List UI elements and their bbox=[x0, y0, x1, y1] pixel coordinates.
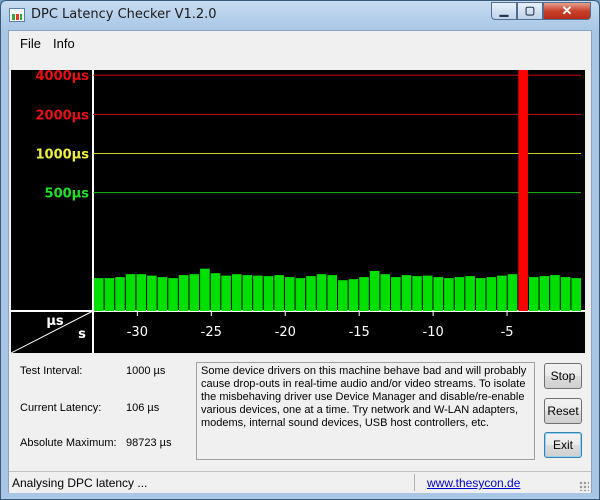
maximize-button[interactable]: ▢ bbox=[517, 2, 543, 20]
y-tick-label: 4000µs bbox=[36, 70, 90, 84]
latency-bar bbox=[316, 274, 327, 311]
status-bar: Analysing DPC latency ... www.thesycon.d… bbox=[9, 471, 591, 493]
latency-bar bbox=[550, 275, 560, 311]
latency-bar bbox=[125, 274, 136, 311]
latency-bar bbox=[422, 275, 433, 311]
latency-bar bbox=[507, 274, 518, 311]
minimize-button[interactable]: ▁ bbox=[491, 2, 517, 20]
x-tick-label: -10 bbox=[423, 325, 444, 340]
latency-bar bbox=[210, 273, 221, 311]
current-latency-label: Current Latency: bbox=[20, 402, 102, 414]
latency-bar bbox=[221, 275, 231, 311]
menu-bar: File Info bbox=[9, 31, 591, 55]
menu-file[interactable]: File bbox=[20, 36, 41, 51]
latency-bar bbox=[454, 277, 465, 311]
latency-bar bbox=[528, 277, 539, 311]
latency-bar bbox=[178, 275, 189, 311]
latency-bar bbox=[338, 280, 348, 311]
resize-grip-icon[interactable] bbox=[579, 481, 589, 491]
latency-bar bbox=[560, 277, 571, 311]
latency-chart-svg: 16000µs8000µs4000µs2000µs1000µs500µs-30-… bbox=[11, 70, 585, 353]
x-tick-label: -30 bbox=[127, 325, 148, 340]
latency-bar bbox=[433, 277, 444, 311]
latency-bar bbox=[136, 274, 147, 311]
reset-button[interactable]: Reset bbox=[544, 398, 582, 424]
latency-chart: 16000µs8000µs4000µs2000µs1000µs500µs-30-… bbox=[11, 70, 585, 353]
y-tick-label: 2000µs bbox=[36, 108, 90, 123]
latency-bar bbox=[497, 275, 507, 311]
latency-bar bbox=[274, 275, 284, 311]
latency-bar bbox=[348, 279, 359, 311]
x-tick-label: -20 bbox=[275, 325, 296, 340]
window-title: DPC Latency Checker V1.2.0 bbox=[31, 7, 217, 22]
client-area: File Info 16000µs8000µs4000µs2000µs1000µ… bbox=[8, 30, 592, 493]
latency-bar bbox=[401, 275, 412, 311]
latency-bar bbox=[168, 278, 178, 311]
latency-bar bbox=[200, 268, 210, 311]
latency-bar bbox=[306, 276, 316, 311]
latency-bar bbox=[157, 277, 168, 311]
app-window: DPC Latency Checker V1.2.0 ▁ ▢ ✕ File In… bbox=[0, 0, 600, 500]
menu-info[interactable]: Info bbox=[53, 36, 75, 51]
absolute-maximum-value: 98723 µs bbox=[126, 437, 172, 449]
latency-bar bbox=[412, 276, 422, 311]
test-interval-label: Test Interval: bbox=[20, 365, 83, 377]
close-button[interactable]: ✕ bbox=[543, 2, 591, 20]
latency-bar bbox=[369, 270, 380, 311]
latency-bar bbox=[475, 278, 486, 311]
test-interval-value: 1000 µs bbox=[126, 365, 166, 377]
latency-bar bbox=[359, 277, 369, 311]
latency-bar bbox=[263, 276, 274, 311]
latency-bar bbox=[486, 277, 497, 311]
latency-bar bbox=[380, 274, 391, 311]
latency-bar bbox=[327, 275, 337, 311]
x-tick-label: -5 bbox=[501, 325, 514, 340]
spike-bar bbox=[518, 70, 528, 311]
latency-bar bbox=[295, 278, 306, 311]
latency-bar bbox=[539, 276, 550, 311]
title-bar[interactable]: DPC Latency Checker V1.2.0 ▁ ▢ ✕ bbox=[1, 1, 599, 29]
latency-bar bbox=[231, 274, 242, 311]
latency-bar bbox=[94, 278, 104, 311]
latency-bar bbox=[147, 275, 157, 311]
exit-button[interactable]: Exit bbox=[544, 432, 582, 458]
x-unit-label: s bbox=[78, 327, 86, 342]
latency-bar bbox=[242, 275, 253, 311]
status-text: Analysing DPC latency ... bbox=[12, 476, 148, 490]
latency-bar bbox=[284, 277, 295, 311]
app-icon bbox=[9, 8, 25, 22]
latency-bar bbox=[444, 278, 454, 311]
website-link[interactable]: www.thesycon.de bbox=[427, 476, 520, 490]
latency-bar bbox=[571, 278, 581, 311]
y-tick-label: 500µs bbox=[45, 187, 90, 202]
y-unit-label: µs bbox=[46, 314, 64, 329]
latency-bar bbox=[115, 277, 125, 311]
latency-bar bbox=[391, 277, 401, 311]
current-latency-value: 106 µs bbox=[126, 402, 160, 414]
description-text: Some device drivers on this machine beha… bbox=[196, 362, 535, 460]
latency-bar bbox=[104, 278, 115, 311]
x-tick-label: -15 bbox=[349, 325, 370, 340]
latency-bar bbox=[465, 276, 475, 311]
x-tick-label: -25 bbox=[201, 325, 222, 340]
latency-bar bbox=[189, 274, 200, 311]
absolute-maximum-label: Absolute Maximum: bbox=[20, 437, 117, 449]
latency-bar bbox=[253, 275, 263, 311]
status-separator bbox=[414, 474, 415, 491]
y-tick-label: 1000µs bbox=[36, 148, 90, 163]
stop-button[interactable]: Stop bbox=[544, 363, 582, 389]
